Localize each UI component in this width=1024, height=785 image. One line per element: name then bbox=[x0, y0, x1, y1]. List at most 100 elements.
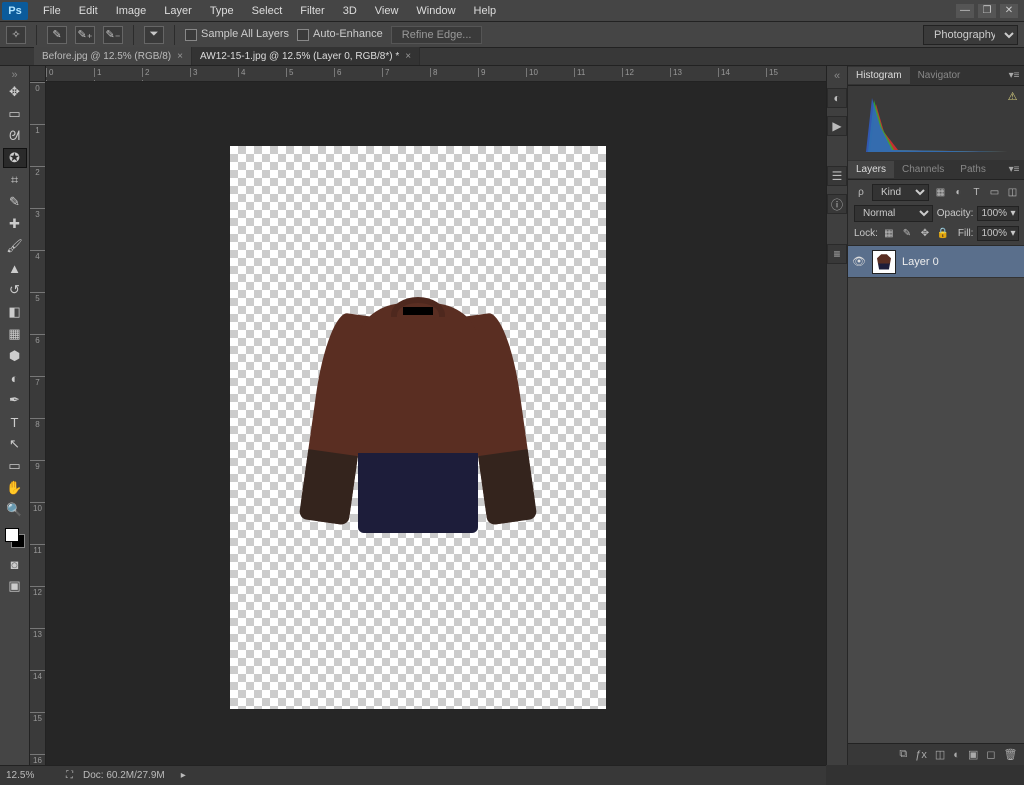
layer-fx-icon[interactable]: ƒx bbox=[915, 749, 927, 761]
menu-filter[interactable]: Filter bbox=[291, 2, 333, 20]
canvas-area[interactable]: 0123456789101112131415161718 01234567891… bbox=[30, 66, 826, 765]
crop-tool[interactable]: ⌗ bbox=[3, 170, 27, 190]
shape-tool[interactable]: ▭ bbox=[3, 456, 27, 476]
tool-preset-icon[interactable]: ✧ bbox=[6, 26, 26, 44]
menu-layer[interactable]: Layer bbox=[155, 2, 201, 20]
opacity-input[interactable]: 100%▾ bbox=[977, 206, 1019, 221]
screen-mode-tool[interactable]: ▣ bbox=[3, 576, 27, 596]
adjustments-panel-icon[interactable]: ◐ bbox=[827, 88, 847, 108]
character-panel-icon[interactable]: ≡ bbox=[827, 244, 847, 264]
sample-all-layers-checkbox[interactable]: Sample All Layers bbox=[185, 28, 289, 40]
type-tool[interactable]: T bbox=[3, 412, 27, 432]
new-selection-icon[interactable]: ✎ bbox=[47, 26, 67, 44]
navigator-tab[interactable]: Navigator bbox=[910, 67, 969, 84]
workspace-switcher[interactable]: Photography bbox=[923, 25, 1018, 45]
layer-mask-icon[interactable]: ◫ bbox=[935, 748, 945, 761]
link-layers-icon[interactable]: ⧉ bbox=[899, 748, 907, 761]
menu-select[interactable]: Select bbox=[243, 2, 292, 20]
layer-row[interactable]: 👁 Layer 0 bbox=[848, 246, 1024, 278]
brush-tool[interactable]: 🖌 bbox=[3, 236, 27, 256]
restore-button[interactable]: ❐ bbox=[978, 4, 996, 18]
collapse-dock-icon[interactable]: « bbox=[834, 70, 840, 80]
properties-panel-icon[interactable]: ☰ bbox=[827, 166, 847, 186]
menu-view[interactable]: View bbox=[366, 2, 408, 20]
group-layers-icon[interactable]: ▣ bbox=[968, 748, 978, 761]
lasso-tool[interactable]: ᘛ bbox=[3, 126, 27, 146]
dodge-tool[interactable]: ◐ bbox=[3, 368, 27, 388]
collapse-toolbox-icon[interactable]: » bbox=[5, 70, 25, 80]
lock-position-icon[interactable]: ✥ bbox=[918, 227, 932, 241]
histogram-tab[interactable]: Histogram bbox=[848, 67, 910, 84]
close-tab-icon[interactable]: × bbox=[405, 51, 411, 62]
fill-input[interactable]: 100%▾ bbox=[977, 226, 1019, 241]
document-canvas[interactable] bbox=[230, 146, 606, 709]
info-panel-icon[interactable]: ⓘ bbox=[827, 194, 847, 214]
actions-panel-icon[interactable]: ▶ bbox=[827, 116, 847, 136]
zoom-tool[interactable]: 🔍 bbox=[3, 500, 27, 520]
vertical-ruler[interactable]: 012345678910111213141516 bbox=[30, 82, 46, 765]
refine-edge-button[interactable]: Refine Edge... bbox=[391, 26, 483, 44]
filter-pixel-icon[interactable]: ▦ bbox=[933, 186, 947, 200]
menu-image[interactable]: Image bbox=[107, 2, 156, 20]
adjustment-layer-icon[interactable]: ◐ bbox=[953, 749, 960, 761]
layer-name-label[interactable]: Layer 0 bbox=[902, 256, 939, 268]
menu-window[interactable]: Window bbox=[407, 2, 464, 20]
healing-brush-tool[interactable]: ✚ bbox=[3, 214, 27, 234]
blend-mode-select[interactable]: Normal bbox=[854, 205, 933, 222]
expand-icon[interactable]: ⛶ bbox=[66, 770, 73, 781]
eraser-tool[interactable]: ◧ bbox=[3, 302, 27, 322]
quick-selection-tool[interactable]: ✪ bbox=[3, 148, 27, 168]
gradient-tool[interactable]: ▦ bbox=[3, 324, 27, 344]
document-tab[interactable]: AW12-15-1.jpg @ 12.5% (Layer 0, RGB/8*) … bbox=[192, 47, 420, 65]
menu-edit[interactable]: Edit bbox=[70, 2, 107, 20]
doc-size-label[interactable]: Doc: 60.2M/27.9M bbox=[83, 770, 165, 781]
layer-visibility-icon[interactable]: 👁 bbox=[852, 255, 866, 268]
layer-filter-select[interactable]: Kind bbox=[872, 184, 929, 201]
history-brush-tool[interactable]: ↺ bbox=[3, 280, 27, 300]
menu-help[interactable]: Help bbox=[465, 2, 506, 20]
layer-thumbnail[interactable] bbox=[872, 250, 896, 274]
clone-stamp-tool[interactable]: ▲ bbox=[3, 258, 27, 278]
filter-shape-icon[interactable]: ▭ bbox=[987, 186, 1001, 200]
foreground-color-swatch[interactable] bbox=[5, 528, 19, 542]
lock-transparency-icon[interactable]: ▦ bbox=[882, 227, 896, 241]
lock-all-icon[interactable]: 🔒 bbox=[936, 227, 950, 241]
pen-tool[interactable]: ✒ bbox=[3, 390, 27, 410]
histogram-warning-icon[interactable]: ⚠ bbox=[1008, 90, 1018, 103]
add-selection-icon[interactable]: ✎₊ bbox=[75, 26, 95, 44]
new-layer-icon[interactable]: ◻ bbox=[986, 748, 995, 761]
horizontal-ruler[interactable]: 0123456789101112131415161718 bbox=[46, 66, 826, 82]
status-menu-icon[interactable]: ▸ bbox=[181, 770, 186, 781]
marquee-tool[interactable]: ▭ bbox=[3, 104, 27, 124]
brush-picker-icon[interactable]: ⏷ bbox=[144, 26, 164, 44]
move-tool[interactable]: ✥ bbox=[3, 82, 27, 102]
document-tab[interactable]: Before.jpg @ 12.5% (RGB/8) × bbox=[34, 47, 192, 65]
filter-type-icon[interactable]: T bbox=[969, 186, 983, 200]
panel-menu-icon[interactable]: ▾≡ bbox=[1003, 164, 1024, 175]
auto-enhance-checkbox[interactable]: Auto-Enhance bbox=[297, 28, 383, 40]
layers-tab[interactable]: Layers bbox=[848, 161, 894, 178]
menu-file[interactable]: File bbox=[34, 2, 70, 20]
path-selection-tool[interactable]: ↖ bbox=[3, 434, 27, 454]
blur-tool[interactable]: ⬢ bbox=[3, 346, 27, 366]
zoom-level[interactable]: 12.5% bbox=[6, 770, 56, 781]
panel-menu-icon[interactable]: ▾≡ bbox=[1003, 70, 1024, 81]
close-tab-icon[interactable]: × bbox=[177, 51, 183, 62]
channels-tab[interactable]: Channels bbox=[894, 161, 952, 178]
color-swatches[interactable] bbox=[3, 526, 27, 552]
filter-smart-icon[interactable]: ◫ bbox=[1005, 186, 1019, 200]
subtract-selection-icon[interactable]: ✎₋ bbox=[103, 26, 123, 44]
lock-pixels-icon[interactable]: ✎ bbox=[900, 227, 914, 241]
search-icon[interactable]: ρ bbox=[854, 186, 868, 200]
menu-3d[interactable]: 3D bbox=[334, 2, 366, 20]
paths-tab[interactable]: Paths bbox=[952, 161, 994, 178]
menu-type[interactable]: Type bbox=[201, 2, 243, 20]
filter-adjustment-icon[interactable]: ◐ bbox=[951, 186, 965, 200]
minimize-button[interactable]: — bbox=[956, 4, 974, 18]
hand-tool[interactable]: ✋ bbox=[3, 478, 27, 498]
ruler-origin[interactable] bbox=[30, 66, 46, 82]
quick-mask-tool[interactable]: ◙ bbox=[3, 554, 27, 574]
delete-layer-icon[interactable]: 🗑 bbox=[1004, 748, 1018, 761]
close-button[interactable]: ✕ bbox=[1000, 4, 1018, 18]
eyedropper-tool[interactable]: ✎ bbox=[3, 192, 27, 212]
